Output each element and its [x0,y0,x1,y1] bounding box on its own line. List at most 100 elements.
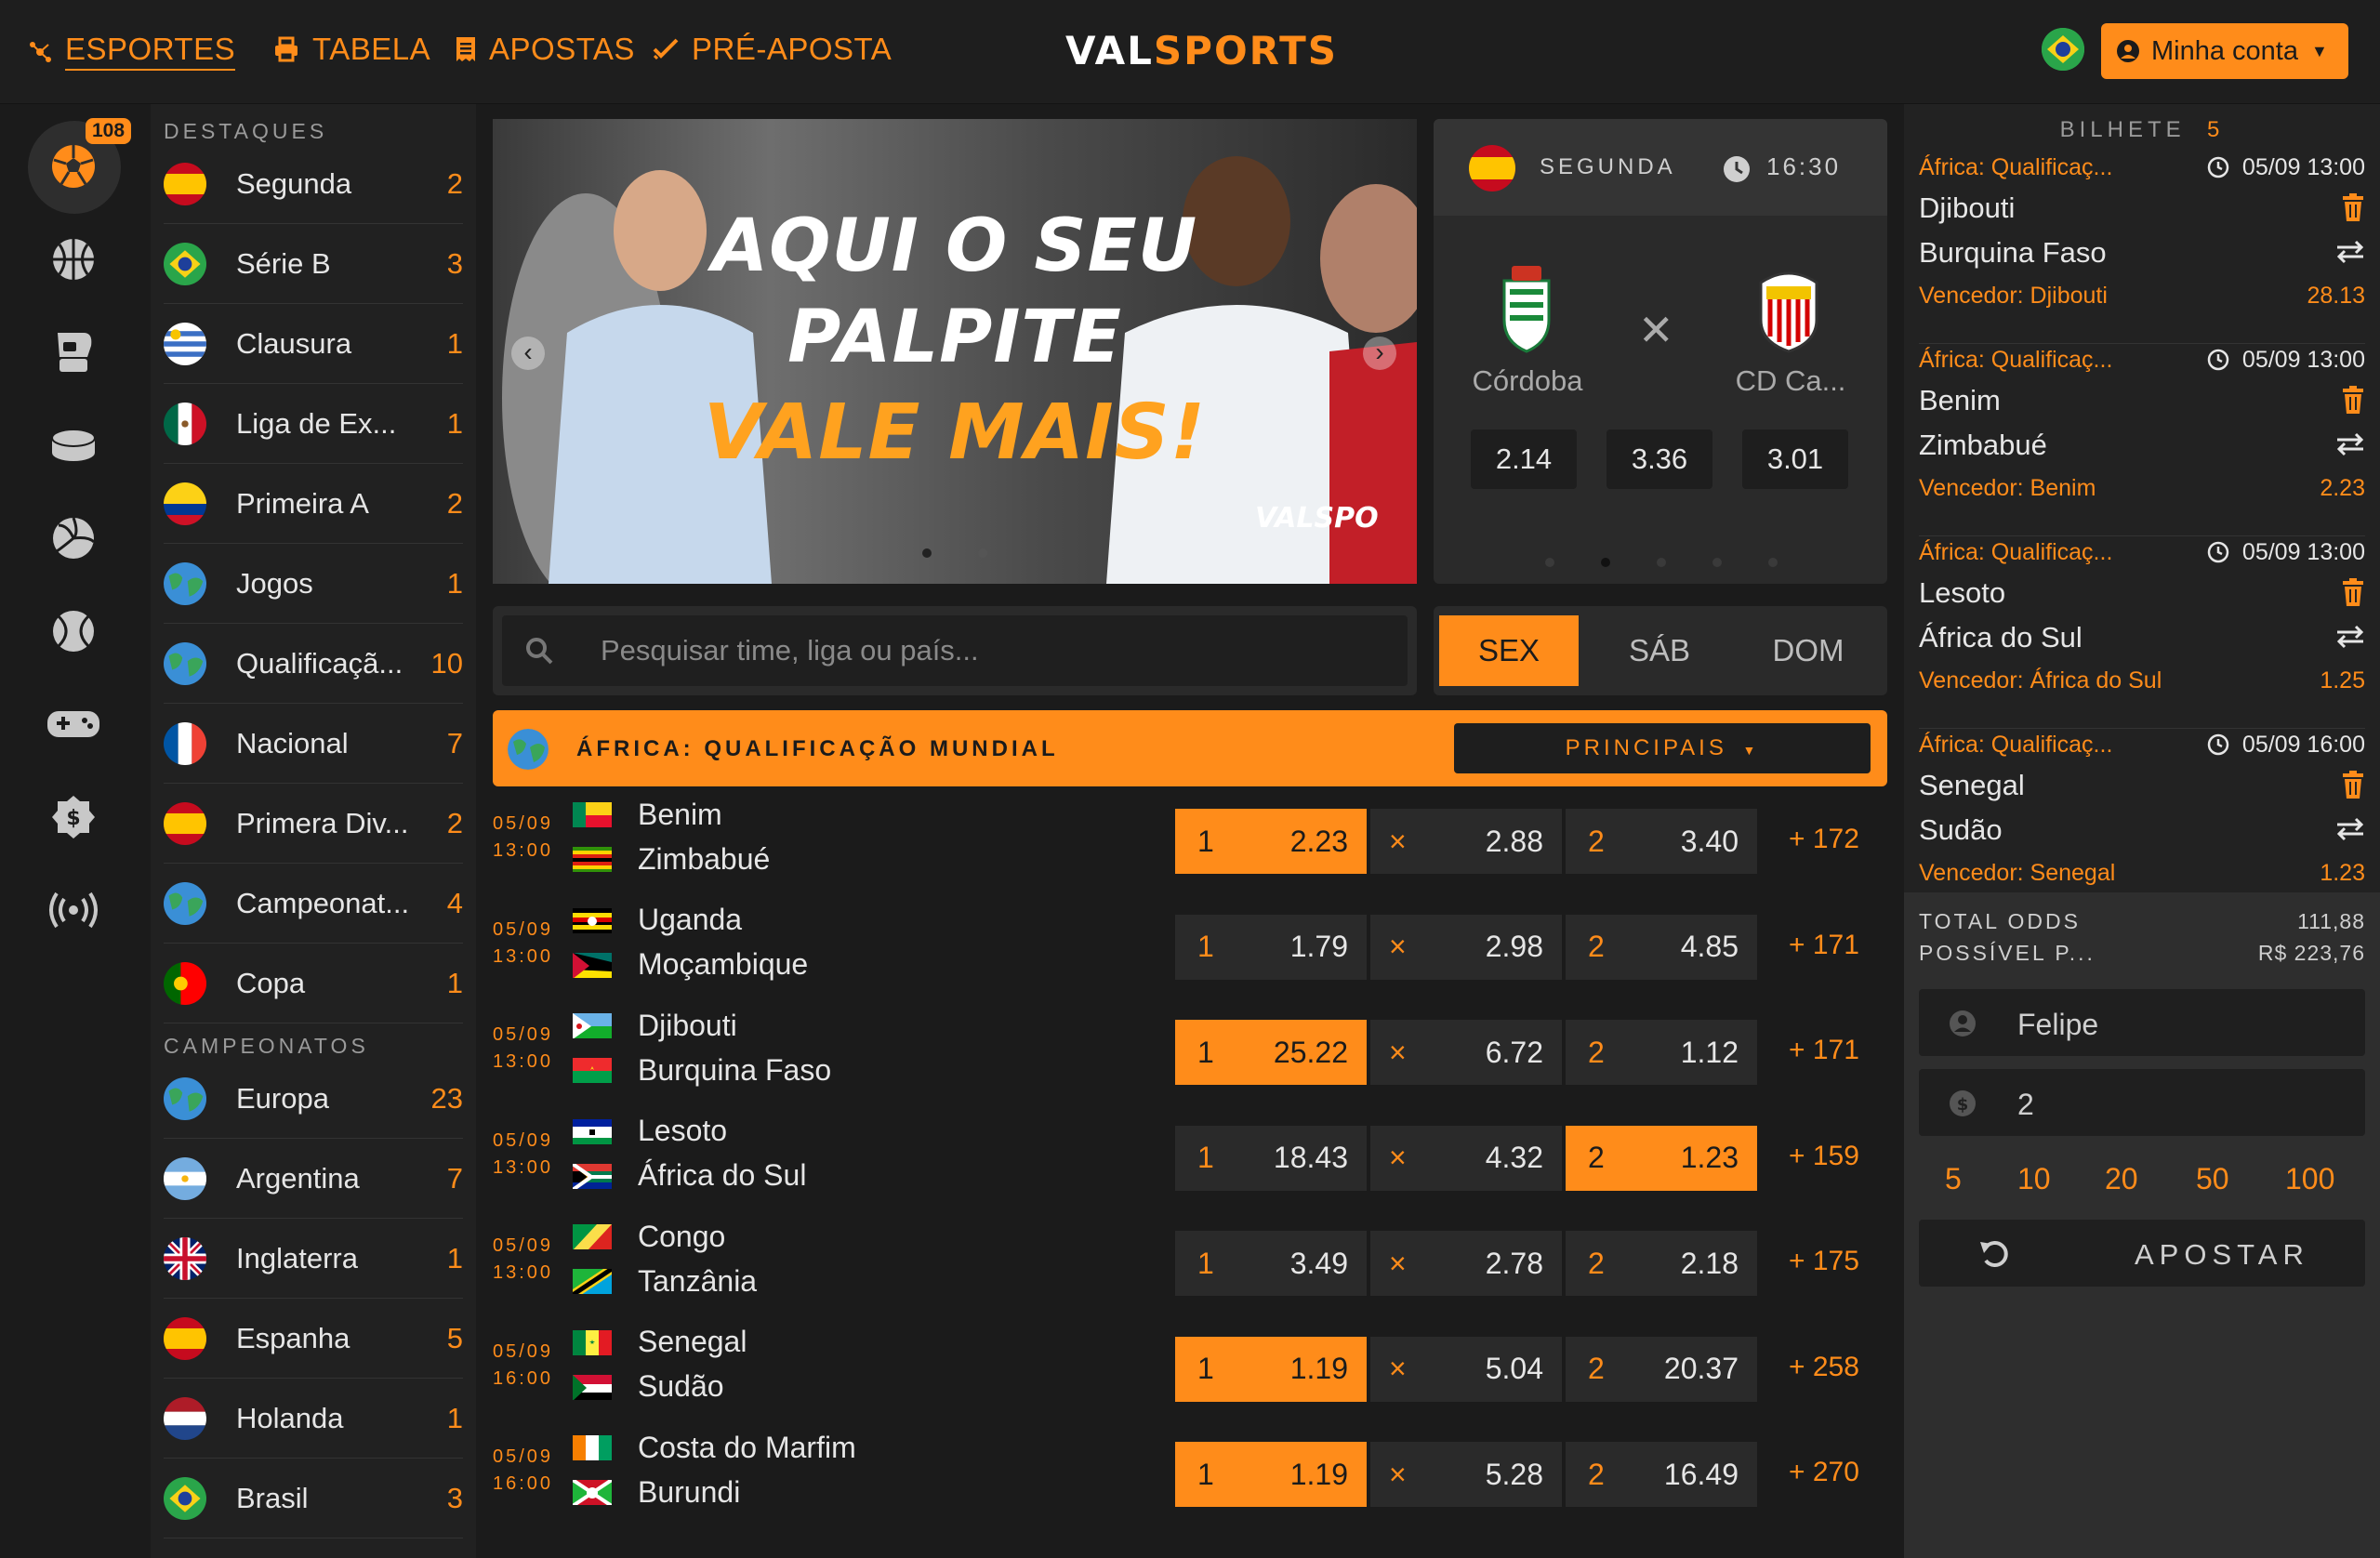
odd-home-button[interactable]: 1 2.23 [1175,809,1367,874]
card-dot[interactable] [1657,558,1666,567]
odd-away-button[interactable]: 2 3.40 [1566,809,1757,874]
featured-match-card[interactable]: SEGUNDA 16:30 Córdoba ✕ CD Ca... 2.14 3.… [1434,119,1887,584]
league-item[interactable]: Copa 1 [164,944,463,1023]
reset-icon[interactable] [1978,1236,2012,1274]
card-dot-active[interactable] [1601,558,1610,567]
card-dot[interactable] [1712,558,1722,567]
trash-icon[interactable] [2341,578,2365,611]
quick-amount-10[interactable]: 10 [2017,1162,2051,1196]
league-item[interactable]: Clausura 1 [164,304,463,384]
more-markets-link[interactable]: + 175 [1789,1246,1859,1277]
amount-field[interactable]: $ 2 [1919,1069,2365,1136]
odd-home-button[interactable]: 1 25.22 [1175,1020,1367,1085]
search-input[interactable]: Pesquisar time, liga ou país... [502,615,1408,686]
hockey-puck-icon[interactable] [32,403,115,487]
odd-draw-button[interactable]: × 6.72 [1370,1020,1562,1085]
more-markets-link[interactable]: + 258 [1789,1352,1859,1383]
more-markets-link[interactable]: + 172 [1789,824,1859,855]
league-name: Nacional [236,726,349,759]
banner-prev-arrow[interactable]: ‹ [511,337,545,370]
league-item[interactable]: Primeira A 2 [164,464,463,544]
league-item[interactable]: Jogos 1 [164,544,463,624]
quick-amount-50[interactable]: 50 [2196,1162,2229,1196]
odd-draw-button[interactable]: × 4.32 [1370,1125,1562,1191]
promo-banner[interactable]: AQUI O SEU PALPITE VALE MAIS! VALSPO ‹ › [493,119,1417,584]
tennis-icon[interactable] [32,589,115,673]
trash-icon[interactable] [2341,193,2365,226]
odd-draw-button[interactable]: × 2.98 [1370,914,1562,980]
league-item[interactable]: Holanda 1 [164,1379,463,1459]
quick-amount-100[interactable]: 100 [2285,1162,2334,1196]
league-item[interactable]: Série B 3 [164,224,463,304]
odd-home-button[interactable]: 1 1.19 [1175,1442,1367,1507]
odd-away-button[interactable]: 2 2.18 [1566,1231,1757,1296]
league-item[interactable]: Liga de Ex... 1 [164,384,463,464]
odd-draw-button[interactable]: × 2.78 [1370,1231,1562,1296]
odd-home-button[interactable]: 1 18.43 [1175,1125,1367,1191]
nav-pre-aposta[interactable]: PRÉ-APOSTA [653,32,892,67]
swap-icon[interactable] [2335,625,2365,654]
swap-icon[interactable] [2335,432,2365,461]
odd-away-button[interactable]: 2 20.37 [1566,1336,1757,1402]
odd-draw-button[interactable]: × 5.28 [1370,1442,1562,1507]
basketball-icon[interactable] [32,218,115,301]
account-button[interactable]: Minha conta ▼ [2101,23,2348,79]
day-tab-sab[interactable]: SÁB [1590,615,1729,686]
quick-amount-20[interactable]: 20 [2105,1162,2138,1196]
league-item[interactable]: Inglaterra 1 [164,1219,463,1299]
trash-icon[interactable] [2341,386,2365,418]
league-item[interactable]: Campeonat... 4 [164,864,463,944]
odd-away-button[interactable]: 2 4.85 [1566,914,1757,980]
league-name: Brasil [236,1481,309,1514]
name-field[interactable]: Felipe [1919,989,2365,1056]
day-tab-dom[interactable]: DOM [1739,615,1878,686]
volleyball-icon[interactable] [32,496,115,580]
odd-away-button[interactable]: 2 1.12 [1566,1020,1757,1085]
banner-dot[interactable] [978,548,987,558]
swap-icon[interactable] [2335,240,2365,269]
market-dropdown[interactable]: PRINCIPAIS ▼ [1454,723,1871,773]
live-signal-icon[interactable] [32,868,115,952]
league-count: 7 [446,1161,463,1195]
league-item[interactable]: Argentina 7 [164,1139,463,1219]
banner-next-arrow[interactable]: › [1363,337,1396,370]
featured-odd-away[interactable]: 3.01 [1742,429,1848,489]
boxing-icon[interactable] [32,310,115,394]
featured-odd-home[interactable]: 2.14 [1471,429,1577,489]
place-bet-button[interactable]: APOSTAR [1919,1220,2365,1287]
day-tab-sex[interactable]: SEX [1439,615,1579,686]
league-item[interactable]: Qualificaçã... 10 [164,624,463,704]
featured-odd-draw[interactable]: 3.36 [1606,429,1712,489]
nav-esportes[interactable]: ESPORTES [28,32,236,71]
odd-home-button[interactable]: 1 1.19 [1175,1336,1367,1402]
league-item[interactable]: Segunda 2 [164,144,463,224]
league-item[interactable]: Nacional 7 [164,704,463,784]
more-markets-link[interactable]: + 270 [1789,1457,1859,1488]
league-item[interactable]: Espanha 5 [164,1299,463,1379]
more-markets-link[interactable]: + 171 [1789,1035,1859,1066]
league-header[interactable]: ÁFRICA: QUALIFICAÇÃO MUNDIAL PRINCIPAIS … [493,710,1887,786]
league-item[interactable]: Primera Div... 2 [164,784,463,864]
more-markets-link[interactable]: + 159 [1789,1141,1859,1172]
odd-away-button[interactable]: 2 16.49 [1566,1442,1757,1507]
gamepad-icon[interactable] [32,682,115,766]
league-item[interactable]: Europa 23 [164,1059,463,1139]
valsports-logo[interactable]: VALSPORTS [1065,28,1338,73]
card-dot[interactable] [1545,558,1554,567]
brazil-flag-icon[interactable] [2042,28,2084,71]
quick-amount-5[interactable]: 5 [1945,1162,1962,1196]
swap-icon[interactable] [2335,817,2365,846]
odd-home-button[interactable]: 1 3.49 [1175,1231,1367,1296]
odd-home-button[interactable]: 1 1.79 [1175,914,1367,980]
banner-dot[interactable] [922,548,932,558]
odd-draw-button[interactable]: × 2.88 [1370,809,1562,874]
odd-away-button[interactable]: 2 1.23 [1566,1125,1757,1191]
money-icon[interactable]: $ [32,775,115,859]
more-markets-link[interactable]: + 171 [1789,930,1859,961]
card-dot[interactable] [1768,558,1778,567]
odd-draw-button[interactable]: × 5.04 [1370,1336,1562,1402]
nav-apostas[interactable]: APOSTAS [456,32,635,67]
nav-tabela[interactable]: TABELA [273,32,430,67]
trash-icon[interactable] [2341,771,2365,803]
league-item[interactable]: Brasil 3 [164,1459,463,1538]
